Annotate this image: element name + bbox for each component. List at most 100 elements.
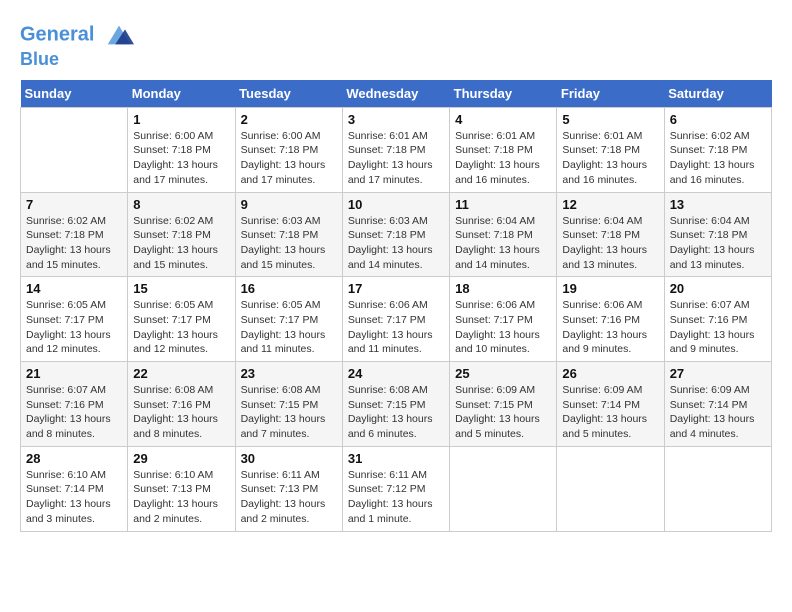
calendar-cell: 5 Sunrise: 6:01 AMSunset: 7:18 PMDaylight…: [557, 107, 664, 192]
header-row: SundayMondayTuesdayWednesdayThursdayFrid…: [21, 80, 772, 108]
day-info: Sunrise: 6:06 AMSunset: 7:16 PMDaylight:…: [562, 298, 658, 357]
day-number: 2: [241, 112, 337, 127]
day-info: Sunrise: 6:00 AMSunset: 7:18 PMDaylight:…: [241, 129, 337, 188]
calendar-cell: 11Sunrise: 6:04 AMSunset: 7:18 PMDayligh…: [450, 192, 557, 277]
day-number: 11: [455, 197, 551, 212]
day-number: 17: [348, 281, 444, 296]
day-info: Sunrise: 6:07 AMSunset: 7:16 PMDaylight:…: [670, 298, 766, 357]
calendar-cell: 13 Sunrise: 6:04 AMSunset: 7:18 PMDayligh…: [664, 192, 771, 277]
day-number: 24: [348, 366, 444, 381]
day-info: Sunrise: 6:11 AMSunset: 7:12 PMDaylight:…: [348, 468, 444, 527]
day-info: Sunrise: 6:07 AMSunset: 7:16 PMDaylight:…: [26, 383, 122, 442]
day-number: 14: [26, 281, 122, 296]
calendar-cell: 18 Sunrise: 6:06 AMSunset: 7:17 PMDayligh…: [450, 277, 557, 362]
day-info: Sunrise: 6:09 AMSunset: 7:14 PMDaylight:…: [670, 383, 766, 442]
day-number: 20: [670, 281, 766, 296]
day-number: 5: [562, 112, 658, 127]
week-row: 21 Sunrise: 6:07 AMSunset: 7:16 PMDayligh…: [21, 362, 772, 447]
day-number: 29: [133, 451, 229, 466]
day-number: 25: [455, 366, 551, 381]
day-info: Sunrise: 6:01 AMSunset: 7:18 PMDaylight:…: [562, 129, 658, 188]
day-number: 30: [241, 451, 337, 466]
week-row: 7Sunrise: 6:02 AMSunset: 7:18 PMDaylight…: [21, 192, 772, 277]
calendar-cell: [450, 446, 557, 531]
calendar-cell: 21 Sunrise: 6:07 AMSunset: 7:16 PMDayligh…: [21, 362, 128, 447]
day-number: 9: [241, 197, 337, 212]
calendar-cell: [557, 446, 664, 531]
calendar-cell: 19 Sunrise: 6:06 AMSunset: 7:16 PMDayligh…: [557, 277, 664, 362]
day-info: Sunrise: 6:02 AMSunset: 7:18 PMDaylight:…: [670, 129, 766, 188]
calendar-cell: 16 Sunrise: 6:05 AMSunset: 7:17 PMDayligh…: [235, 277, 342, 362]
day-info: Sunrise: 6:05 AMSunset: 7:17 PMDaylight:…: [26, 298, 122, 357]
calendar-cell: 24 Sunrise: 6:08 AMSunset: 7:15 PMDayligh…: [342, 362, 449, 447]
logo: General Blue: [20, 20, 134, 70]
calendar-body: 1 Sunrise: 6:00 AMSunset: 7:18 PMDaylight…: [21, 107, 772, 531]
day-info: Sunrise: 6:09 AMSunset: 7:14 PMDaylight:…: [562, 383, 658, 442]
header-day-friday: Friday: [557, 80, 664, 108]
day-number: 26: [562, 366, 658, 381]
calendar-cell: [664, 446, 771, 531]
day-info: Sunrise: 6:06 AMSunset: 7:17 PMDaylight:…: [455, 298, 551, 357]
calendar-cell: 17 Sunrise: 6:06 AMSunset: 7:17 PMDayligh…: [342, 277, 449, 362]
day-info: Sunrise: 6:02 AMSunset: 7:18 PMDaylight:…: [133, 214, 229, 273]
calendar-header: SundayMondayTuesdayWednesdayThursdayFrid…: [21, 80, 772, 108]
logo-blue: Blue: [20, 50, 134, 70]
calendar-cell: 10Sunrise: 6:03 AMSunset: 7:18 PMDayligh…: [342, 192, 449, 277]
day-info: Sunrise: 6:10 AMSunset: 7:14 PMDaylight:…: [26, 468, 122, 527]
calendar-cell: 26 Sunrise: 6:09 AMSunset: 7:14 PMDayligh…: [557, 362, 664, 447]
day-number: 4: [455, 112, 551, 127]
calendar-cell: 14 Sunrise: 6:05 AMSunset: 7:17 PMDayligh…: [21, 277, 128, 362]
day-info: Sunrise: 6:03 AMSunset: 7:18 PMDaylight:…: [348, 214, 444, 273]
calendar-cell: 4 Sunrise: 6:01 AMSunset: 7:18 PMDaylight…: [450, 107, 557, 192]
calendar-cell: 7Sunrise: 6:02 AMSunset: 7:18 PMDaylight…: [21, 192, 128, 277]
page-header: General Blue: [20, 20, 772, 70]
day-info: Sunrise: 6:05 AMSunset: 7:17 PMDaylight:…: [133, 298, 229, 357]
calendar-cell: 31 Sunrise: 6:11 AMSunset: 7:12 PMDayligh…: [342, 446, 449, 531]
calendar-cell: 27 Sunrise: 6:09 AMSunset: 7:14 PMDayligh…: [664, 362, 771, 447]
calendar-cell: [21, 107, 128, 192]
header-day-sunday: Sunday: [21, 80, 128, 108]
calendar-cell: 8Sunrise: 6:02 AMSunset: 7:18 PMDaylight…: [128, 192, 235, 277]
calendar-cell: 30 Sunrise: 6:11 AMSunset: 7:13 PMDayligh…: [235, 446, 342, 531]
calendar-cell: 29 Sunrise: 6:10 AMSunset: 7:13 PMDayligh…: [128, 446, 235, 531]
day-info: Sunrise: 6:08 AMSunset: 7:16 PMDaylight:…: [133, 383, 229, 442]
day-info: Sunrise: 6:01 AMSunset: 7:18 PMDaylight:…: [348, 129, 444, 188]
logo-text: General: [20, 20, 134, 50]
day-info: Sunrise: 6:09 AMSunset: 7:15 PMDaylight:…: [455, 383, 551, 442]
calendar-cell: 22 Sunrise: 6:08 AMSunset: 7:16 PMDayligh…: [128, 362, 235, 447]
day-number: 13: [670, 197, 766, 212]
day-number: 18: [455, 281, 551, 296]
day-info: Sunrise: 6:08 AMSunset: 7:15 PMDaylight:…: [241, 383, 337, 442]
day-info: Sunrise: 6:06 AMSunset: 7:17 PMDaylight:…: [348, 298, 444, 357]
calendar-cell: 6 Sunrise: 6:02 AMSunset: 7:18 PMDaylight…: [664, 107, 771, 192]
header-day-tuesday: Tuesday: [235, 80, 342, 108]
day-info: Sunrise: 6:01 AMSunset: 7:18 PMDaylight:…: [455, 129, 551, 188]
day-number: 6: [670, 112, 766, 127]
day-info: Sunrise: 6:04 AMSunset: 7:18 PMDaylight:…: [670, 214, 766, 273]
header-day-thursday: Thursday: [450, 80, 557, 108]
calendar-cell: 15 Sunrise: 6:05 AMSunset: 7:17 PMDayligh…: [128, 277, 235, 362]
day-number: 19: [562, 281, 658, 296]
header-day-saturday: Saturday: [664, 80, 771, 108]
week-row: 1 Sunrise: 6:00 AMSunset: 7:18 PMDaylight…: [21, 107, 772, 192]
day-number: 31: [348, 451, 444, 466]
week-row: 28Sunrise: 6:10 AMSunset: 7:14 PMDayligh…: [21, 446, 772, 531]
calendar-cell: 25 Sunrise: 6:09 AMSunset: 7:15 PMDayligh…: [450, 362, 557, 447]
day-number: 16: [241, 281, 337, 296]
day-info: Sunrise: 6:10 AMSunset: 7:13 PMDaylight:…: [133, 468, 229, 527]
day-number: 15: [133, 281, 229, 296]
calendar-cell: 28Sunrise: 6:10 AMSunset: 7:14 PMDayligh…: [21, 446, 128, 531]
day-info: Sunrise: 6:11 AMSunset: 7:13 PMDaylight:…: [241, 468, 337, 527]
day-info: Sunrise: 6:02 AMSunset: 7:18 PMDaylight:…: [26, 214, 122, 273]
calendar-cell: 23Sunrise: 6:08 AMSunset: 7:15 PMDayligh…: [235, 362, 342, 447]
day-info: Sunrise: 6:08 AMSunset: 7:15 PMDaylight:…: [348, 383, 444, 442]
day-number: 22: [133, 366, 229, 381]
calendar-cell: 9Sunrise: 6:03 AMSunset: 7:18 PMDaylight…: [235, 192, 342, 277]
day-number: 27: [670, 366, 766, 381]
day-number: 1: [133, 112, 229, 127]
day-info: Sunrise: 6:05 AMSunset: 7:17 PMDaylight:…: [241, 298, 337, 357]
day-number: 21: [26, 366, 122, 381]
calendar-cell: 3 Sunrise: 6:01 AMSunset: 7:18 PMDaylight…: [342, 107, 449, 192]
day-number: 3: [348, 112, 444, 127]
calendar-cell: 1Sunrise: 6:00 AMSunset: 7:18 PMDaylight…: [128, 107, 235, 192]
